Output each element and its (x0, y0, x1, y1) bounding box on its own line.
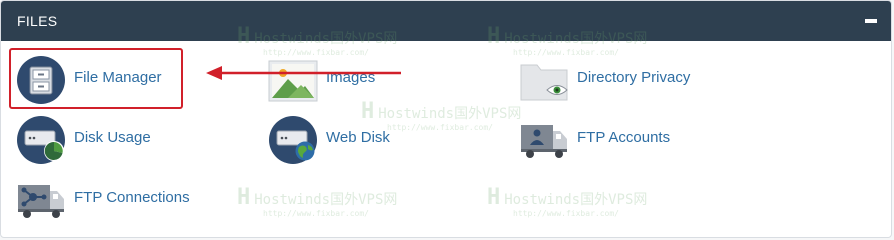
web-disk-icon (268, 115, 318, 165)
ftp-connections-link[interactable]: FTP Connections (16, 175, 206, 225)
disk-usage-link[interactable]: Disk Usage (16, 115, 176, 165)
directory-privacy-link[interactable]: Directory Privacy (519, 55, 719, 105)
highlight-box (9, 48, 183, 109)
ftp-accounts-label: FTP Accounts (577, 129, 671, 146)
ftp-connections-icon (16, 175, 66, 225)
pointer-arrow (206, 66, 401, 80)
ftp-truck-icon (519, 115, 569, 165)
collapse-button[interactable] (861, 11, 881, 31)
panel-title: FILES (17, 13, 58, 29)
watermark: H Hostwinds国外VPS网 http://www.fixbar.com/ (487, 185, 648, 218)
directory-privacy-label: Directory Privacy (577, 69, 691, 86)
web-disk-link[interactable]: Web Disk (268, 115, 418, 165)
panel-header: FILES (1, 1, 891, 41)
disk-usage-icon (16, 115, 66, 165)
folder-eye-icon (519, 55, 569, 105)
ftp-accounts-link[interactable]: FTP Accounts (519, 115, 699, 165)
ftp-connections-label: FTP Connections (74, 189, 190, 206)
web-disk-label: Web Disk (326, 129, 390, 146)
watermark: H Hostwinds国外VPS网 http://www.fixbar.com/ (237, 185, 398, 218)
files-panel: FILES H Hostwinds国外VPS网 http://www.fixbar… (0, 0, 892, 238)
disk-usage-label: Disk Usage (74, 129, 151, 146)
